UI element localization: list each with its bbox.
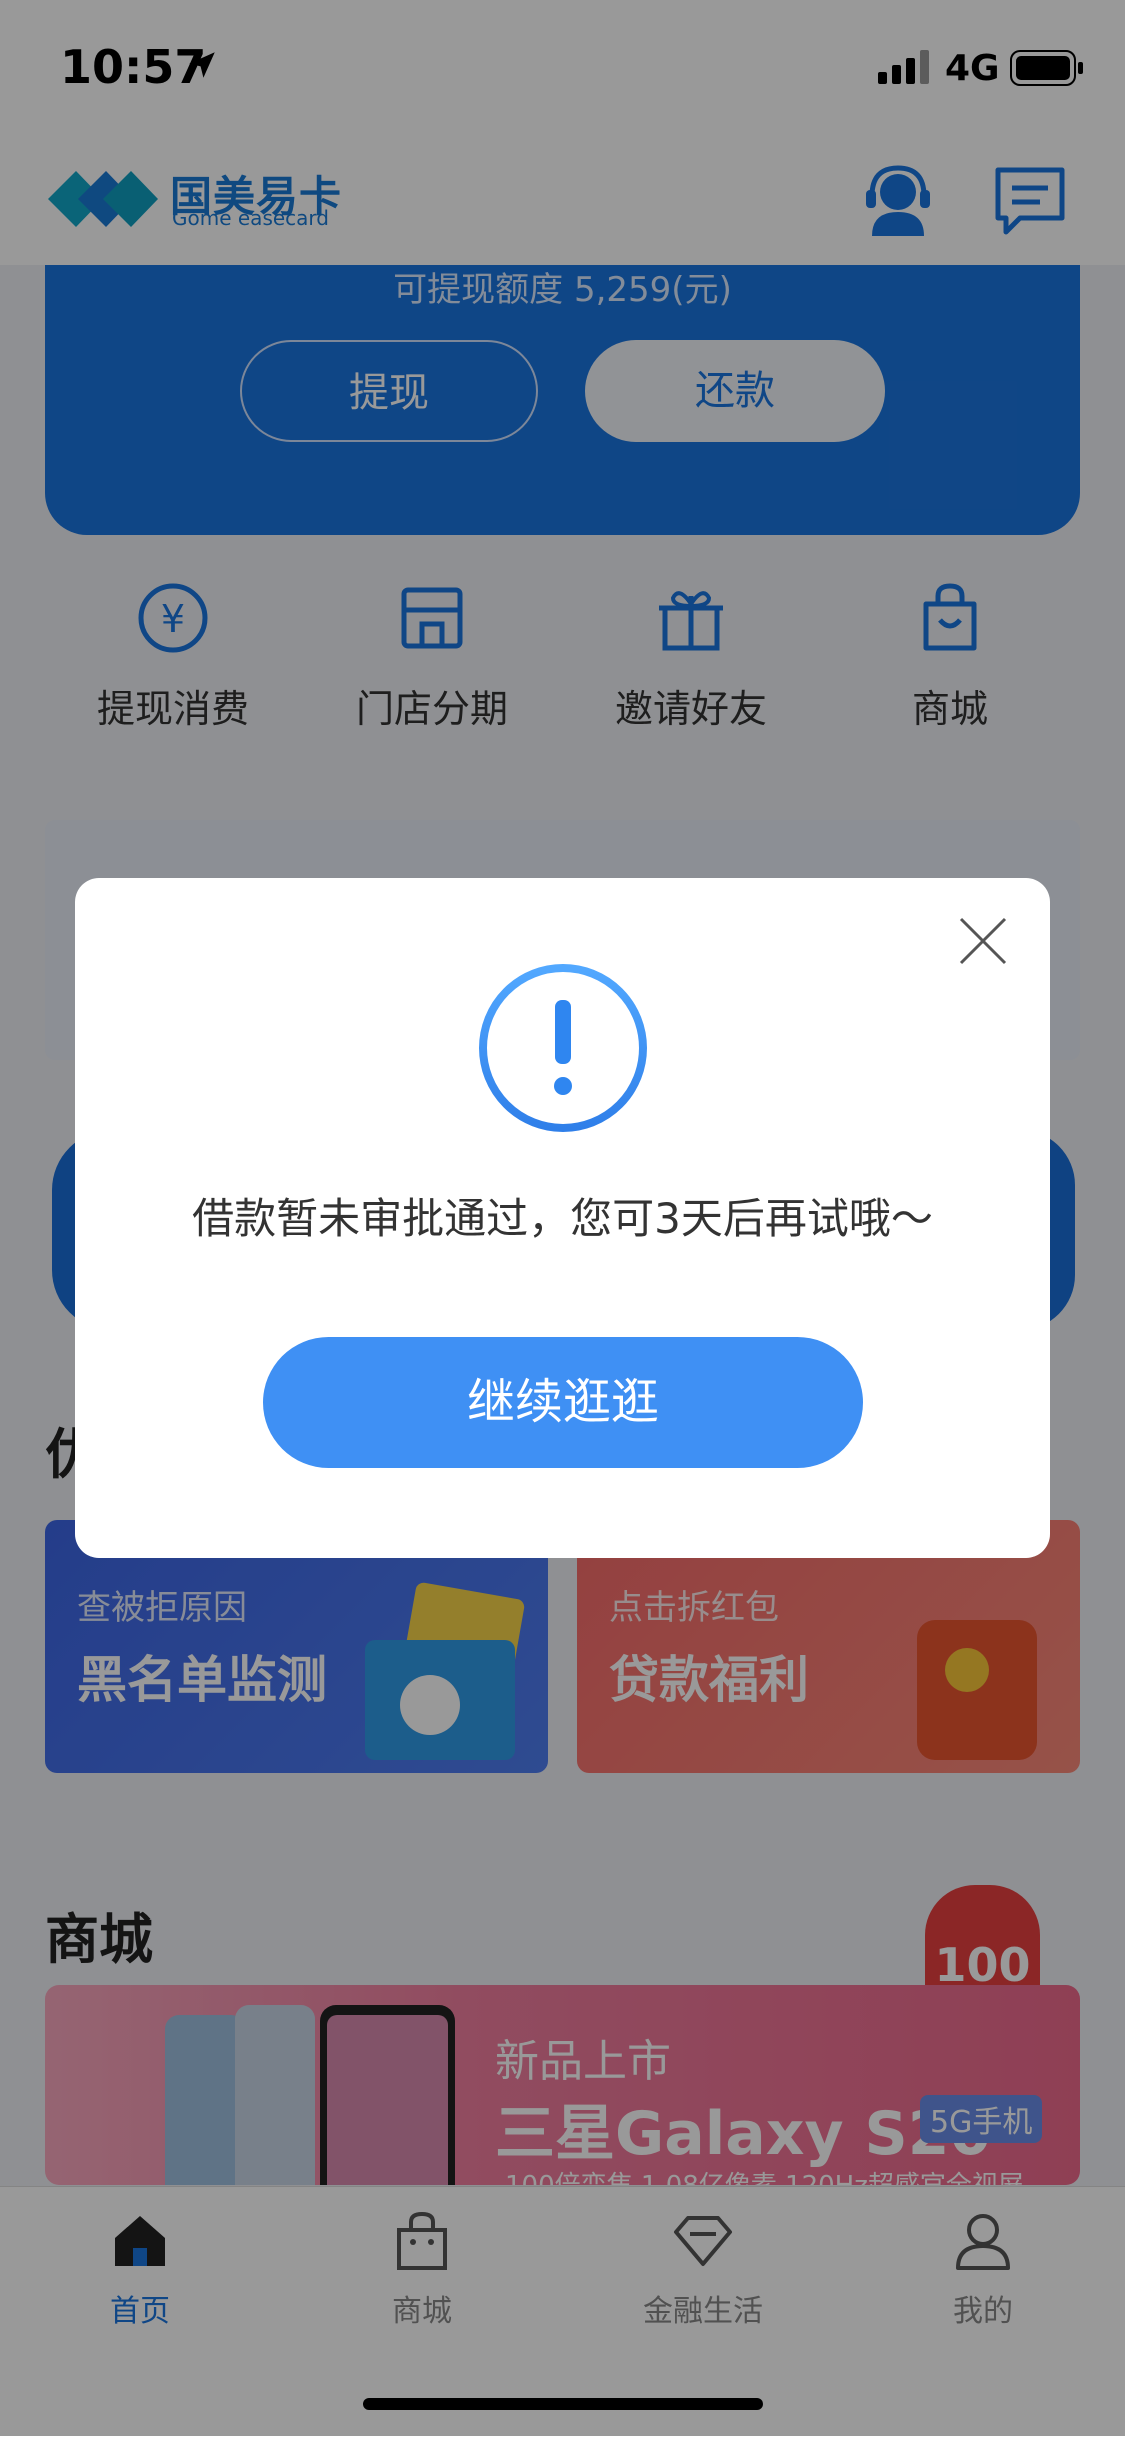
continue-browsing-button[interactable]: 继续逛逛 — [263, 1337, 863, 1468]
warning-exclamation-icon — [479, 964, 647, 1132]
dialog-message: 借款暂未审批通过，您可3天后再试哦～ — [192, 1194, 933, 1243]
close-icon[interactable] — [955, 913, 1011, 969]
